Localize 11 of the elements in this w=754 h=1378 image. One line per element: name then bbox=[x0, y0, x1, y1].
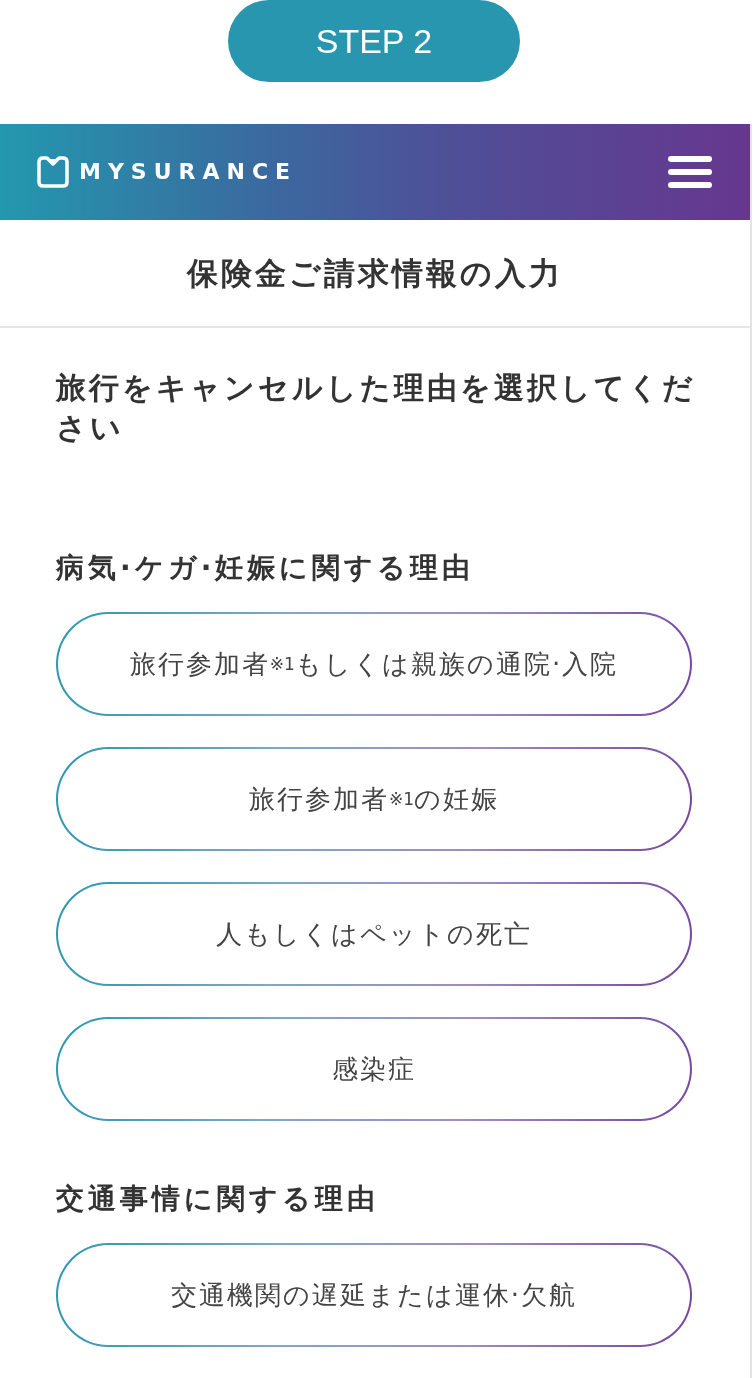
page-title: 保険金ご請求情報の入力 bbox=[187, 254, 563, 293]
section-heading: 病気·ケガ·妊娠に関する理由 bbox=[56, 550, 476, 586]
logo-icon bbox=[36, 155, 70, 189]
menu-icon[interactable] bbox=[668, 156, 712, 188]
question-text: 旅行をキャンセルした理由を選択してください bbox=[56, 369, 697, 447]
section-heading: 交通事情に関する理由 bbox=[56, 1181, 380, 1217]
step-badge: STEP 2 bbox=[228, 0, 520, 82]
reason-option[interactable]: 交通機関の遅延または運休·欠航 bbox=[56, 1243, 692, 1347]
reason-option[interactable]: 感染症 bbox=[56, 1017, 692, 1121]
logo-text: MYSURANCE bbox=[79, 161, 298, 183]
reason-option[interactable]: 人もしくはペットの死亡 bbox=[56, 882, 692, 986]
